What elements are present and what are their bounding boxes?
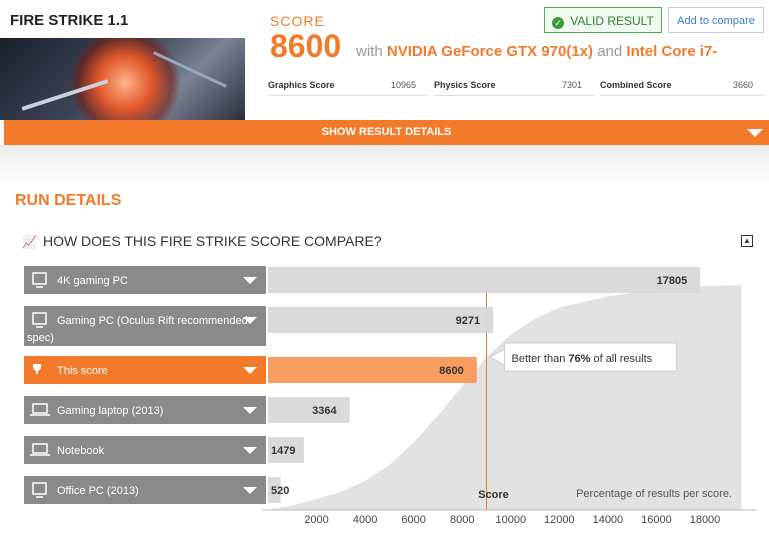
x-tick-label: 2000 [304, 514, 328, 526]
percentile-tooltip: Better than 76% of all results [488, 342, 677, 372]
bar-row-4[interactable]: Notebook 1479 [24, 436, 304, 464]
x-tick-label: 4000 [353, 514, 377, 526]
bar-value-label: 17805 [657, 275, 688, 287]
curve-caption: Percentage of results per score. [576, 488, 732, 500]
x-axis-layer: 2000 4000 6000 8000 10000 12000 14000 16000 1800… [262, 509, 757, 526]
bar [268, 267, 701, 293]
x-tick-label: 14000 [593, 514, 624, 526]
bar-row-0[interactable]: 4K gaming PC 17805 [24, 266, 701, 294]
x-tick-label: 8000 [450, 514, 474, 526]
bar-value-label: 520 [271, 485, 289, 497]
bar-category-label: Office PC (2013) [57, 485, 139, 497]
bar-category-label: 4K gaming PC [57, 275, 128, 287]
bar-value-label: 3364 [312, 405, 337, 417]
x-tick-label: 16000 [641, 514, 672, 526]
bar-row-5[interactable]: Office PC (2013) 520 [24, 476, 289, 504]
bar-category-label: Gaming PC (Oculus Rift recommended [57, 315, 248, 327]
x-tick-label: 10000 [495, 514, 526, 526]
bar-value-label: 1479 [271, 445, 295, 457]
score-comparison-chart: 4K gaming PC 17805 Gaming PC (Oculus Rift … [24, 266, 757, 526]
x-tick-label: 6000 [401, 514, 425, 526]
bar-category-label: This score [57, 365, 108, 377]
bar-row-1[interactable]: Gaming PC (Oculus Rift recommendedspec) 9… [24, 306, 494, 346]
bar-value-label: 8600 [439, 365, 463, 377]
bar-category-label-wrap: spec) [27, 332, 54, 344]
bar-row-3[interactable]: Gaming laptop (2013) 3364 [24, 396, 350, 424]
bar [268, 397, 350, 423]
x-tick-label: 12000 [544, 514, 575, 526]
bar-category-label: Notebook [57, 445, 105, 457]
bar-value-label: 9271 [456, 315, 480, 327]
score-axis-label: Score [478, 489, 509, 501]
x-tick-label: 18000 [690, 514, 721, 526]
bar-row-2[interactable]: This score 8600 [24, 356, 477, 384]
tooltip-text: Better than 76% of all results [512, 353, 653, 365]
bar-category-label: Gaming laptop (2013) [57, 405, 163, 417]
